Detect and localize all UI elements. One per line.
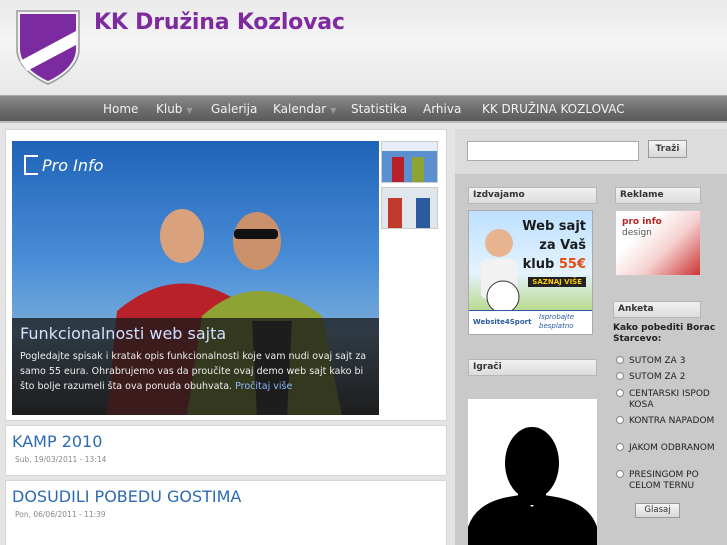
nav-galerija[interactable]: Galerija: [211, 102, 257, 116]
thumb-image: [382, 188, 437, 228]
post-title[interactable]: DOSUDILI POBEDU GOSTIMA: [12, 487, 440, 506]
radio-icon[interactable]: [616, 372, 624, 380]
slide-title[interactable]: Funkcionalnosti web sajta: [20, 324, 371, 343]
ad-boy-image: [481, 229, 520, 314]
site-title[interactable]: KK Družina Kozlovac: [94, 10, 345, 35]
club-logo-shield-icon[interactable]: [15, 9, 81, 85]
read-more-link[interactable]: Pročitaj više: [235, 381, 292, 392]
main-nav: Home Klub ▼ Galerija Kalendar ▼ Statistika…: [0, 95, 727, 123]
player-silhouette[interactable]: [468, 399, 597, 545]
ad-footer: Website4Sport Isprobajte besplatno: [469, 310, 592, 334]
player-silhouette-icon: [468, 427, 597, 545]
main-content: Pro Info Funkcionalnosti web sajta Pogle…: [5, 129, 447, 545]
search-button[interactable]: Traži: [648, 140, 687, 158]
post-item: DOSUDILI POBEDU GOSTIMA Pon, 06/06/2011 …: [5, 480, 447, 545]
sidebar: Izdvajamo Web sajt za Vaš klub 55€ SAZNA…: [455, 174, 727, 545]
featured-slider: Pro Info Funkcionalnosti web sajta Pogle…: [5, 129, 447, 421]
post-title[interactable]: KAMP 2010: [12, 432, 440, 451]
poll-option[interactable]: JAKOM ODBRANOM: [616, 443, 726, 454]
block-poll-title: Anketa: [613, 301, 701, 318]
website4sport-ad[interactable]: Web sajt za Vaš klub 55€ SAZNAJ VIŠE Web…: [468, 210, 593, 335]
poll-option[interactable]: PRESINGOM PO CELOM TERNU: [616, 470, 726, 492]
slide-thumb-1[interactable]: [381, 141, 438, 183]
block-featured-title: Izdvajamo: [468, 187, 597, 204]
dropdown-caret-icon: ▼: [186, 106, 193, 115]
proinfo-design-ad[interactable]: pro info design: [615, 210, 701, 276]
thumb-image: [382, 142, 437, 182]
vote-button[interactable]: Glasaj: [635, 503, 680, 518]
ad-headline: Web sajt za Vaš klub 55€: [522, 219, 586, 272]
radio-icon[interactable]: [616, 443, 624, 451]
post-date: Pon, 06/06/2011 - 11:39: [15, 510, 106, 519]
block-players-title: Igrači: [468, 359, 597, 376]
dropdown-caret-icon: ▼: [330, 106, 337, 115]
post-item: KAMP 2010 Sub, 19/03/2011 - 13:14: [5, 425, 447, 476]
block-ads-title: Reklame: [615, 187, 701, 204]
poll-option[interactable]: SUTOM ZA 2: [616, 372, 726, 383]
post-date: Sub, 19/03/2011 - 13:14: [15, 455, 107, 464]
poll-option[interactable]: SUTOM ZA 3: [616, 356, 726, 367]
radio-icon[interactable]: [616, 470, 624, 478]
slide-text: Pogledajte spisak i kratak opis funkcion…: [20, 351, 367, 392]
radio-icon[interactable]: [616, 356, 624, 364]
poll-question: Kako pobediti Borac Starcevo:: [613, 323, 716, 344]
slide-thumb-2[interactable]: [381, 187, 438, 229]
search-input[interactable]: [467, 141, 639, 161]
site-header: KK Družina Kozlovac: [0, 0, 727, 95]
radio-icon[interactable]: [616, 389, 624, 397]
nav-klub[interactable]: Klub ▼: [156, 102, 193, 116]
search-area: Traži: [455, 129, 727, 174]
poll-option[interactable]: KONTRA NAPADOM: [616, 416, 726, 427]
slide-image[interactable]: Pro Info Funkcionalnosti web sajta Pogle…: [12, 141, 379, 415]
ad-text: pro info design: [622, 217, 662, 238]
proinfo-logo: Pro Info: [24, 155, 103, 175]
nav-home[interactable]: Home: [103, 102, 138, 116]
poll-option[interactable]: CENTARSKI ISPOD KOSA: [616, 389, 726, 411]
nav-statistika[interactable]: Statistika: [351, 102, 407, 116]
ad-more-button[interactable]: SAZNAJ VIŠE: [528, 277, 586, 287]
nav-kalendar[interactable]: Kalendar ▼: [273, 102, 336, 116]
nav-arhiva[interactable]: Arhiva: [423, 102, 461, 116]
nav-kk-druzina[interactable]: KK DRUŽINA KOZLOVAC: [482, 102, 625, 116]
slide-caption: Funkcionalnosti web sajta Pogledajte spi…: [12, 318, 379, 415]
radio-icon[interactable]: [616, 416, 624, 424]
